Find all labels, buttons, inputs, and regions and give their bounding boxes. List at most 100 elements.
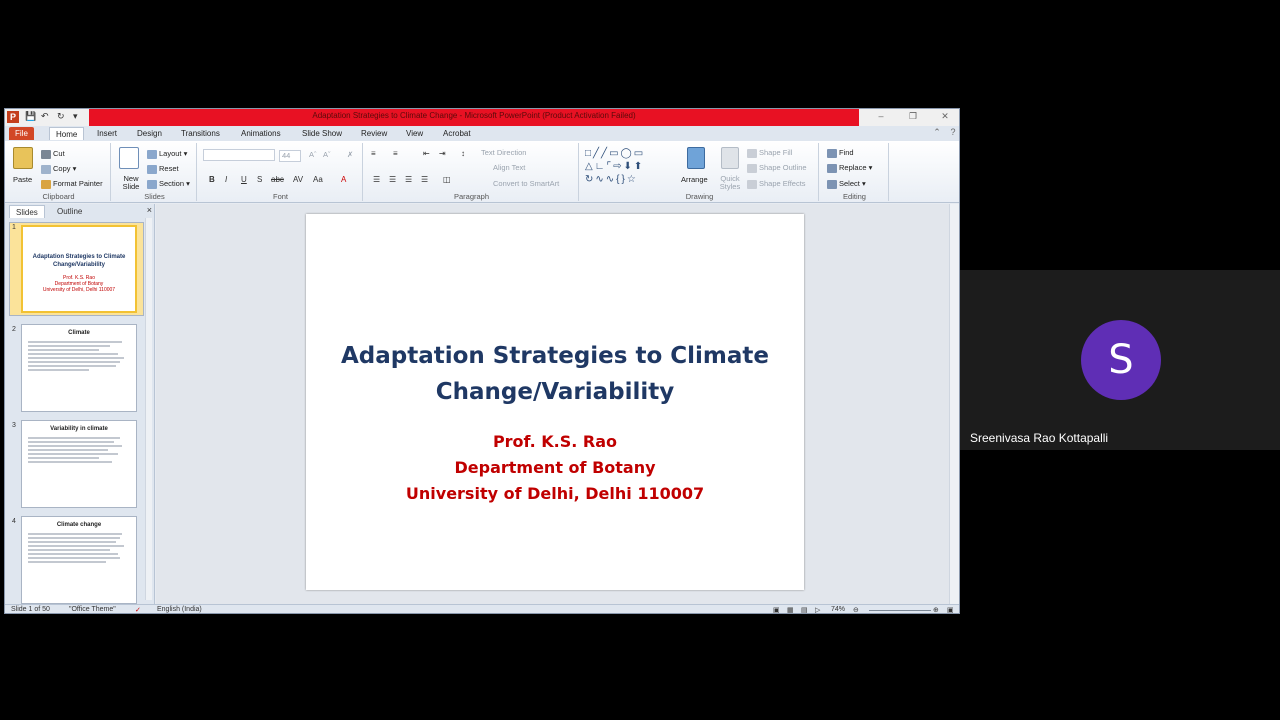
text-direction-button[interactable]: Text Direction	[481, 148, 526, 157]
italic-icon[interactable]: I	[225, 175, 227, 184]
slide-department[interactable]: Department of Botany	[306, 458, 804, 477]
find-button[interactable]: Find	[827, 148, 854, 158]
replace-button[interactable]: Replace ▾	[827, 163, 872, 173]
zoom-out-icon[interactable]: ⊖	[853, 606, 859, 613]
shapes-gallery[interactable]: □╱╱▭◯▭ △∟⌜⇨⬇⬆ ↻∿∿{}☆	[585, 147, 677, 187]
zoom-in-icon[interactable]: ⊕	[933, 606, 939, 613]
increase-indent-icon[interactable]: ⇥	[439, 149, 446, 158]
tab-slides[interactable]: Slides	[9, 205, 45, 218]
clear-formatting-icon[interactable]: ✗	[347, 150, 353, 159]
new-slide-button[interactable]: New Slide	[117, 175, 145, 191]
minimize-icon[interactable]: –	[873, 111, 889, 123]
restore-icon[interactable]: ❐	[905, 111, 921, 123]
underline-icon[interactable]: U	[241, 175, 247, 184]
tab-design[interactable]: Design	[131, 127, 168, 140]
shadow-icon[interactable]: S	[257, 175, 262, 184]
tab-review[interactable]: Review	[355, 127, 393, 140]
font-size-box[interactable]: 44	[279, 150, 301, 162]
decrease-indent-icon[interactable]: ⇤	[423, 149, 430, 158]
align-right-icon[interactable]: ☰	[405, 175, 412, 184]
slide-thumbnail-1[interactable]: 1 Adaptation Strategies to Climate Chang…	[5, 222, 145, 316]
columns-icon[interactable]: ◫	[443, 175, 451, 184]
tab-slide-show[interactable]: Slide Show	[296, 127, 348, 140]
paste-icon[interactable]	[13, 147, 33, 169]
slide-thumbnail-2[interactable]: 2 Climate	[5, 324, 145, 416]
convert-smartart-button[interactable]: Convert to SmartArt	[493, 179, 559, 188]
shape-fill-button[interactable]: Shape Fill	[747, 148, 792, 158]
close-panel-icon[interactable]: ×	[147, 205, 152, 215]
numbering-icon[interactable]: ≡	[393, 149, 398, 158]
thumbnail-title: Climate change	[56, 522, 102, 528]
tab-home[interactable]: Home	[49, 127, 85, 140]
shape-outline-button[interactable]: Shape Outline	[747, 163, 807, 173]
arrange-icon[interactable]	[687, 147, 705, 169]
language-indicator[interactable]: English (India)	[157, 606, 202, 613]
slide-title[interactable]: Adaptation Strategies to Climate Change/…	[306, 338, 804, 410]
thumbnail-body	[28, 341, 130, 371]
reset-button[interactable]: Reset	[147, 164, 179, 174]
tab-transitions[interactable]: Transitions	[175, 127, 226, 140]
align-text-button[interactable]: Align Text	[493, 163, 525, 172]
tab-file[interactable]: File	[9, 127, 34, 140]
change-case-icon[interactable]: Aa	[313, 175, 323, 184]
character-spacing-icon[interactable]: AV	[293, 175, 303, 184]
font-name-box[interactable]	[203, 149, 275, 161]
section-button[interactable]: Section ▾	[147, 179, 190, 189]
arrange-button[interactable]: Arrange	[681, 175, 708, 184]
zoom-slider[interactable]	[869, 610, 931, 611]
slides-panel: Slides Outline × 1 Adaptation Strategies…	[5, 204, 155, 604]
slide-thumbnail-3[interactable]: 3 Variability in climate	[5, 420, 145, 512]
align-center-icon[interactable]: ☰	[389, 175, 396, 184]
strikethrough-icon[interactable]: abc	[271, 175, 284, 184]
help-icon[interactable]: ?	[945, 127, 959, 139]
redo-icon[interactable]: ↻	[57, 111, 65, 123]
participant-tile[interactable]: S Sreenivasa Rao Kottapalli	[960, 270, 1280, 450]
format-painter-button[interactable]: Format Painter	[41, 179, 103, 189]
minimize-ribbon-icon[interactable]: ⌃	[929, 127, 945, 139]
section-label: Section	[159, 179, 185, 188]
cut-button[interactable]: Cut	[41, 149, 65, 159]
select-button[interactable]: Select ▾	[827, 179, 866, 189]
fit-to-window-icon[interactable]: ▣	[947, 606, 954, 613]
tab-outline[interactable]: Outline	[51, 205, 88, 218]
close-icon[interactable]: ✕	[937, 111, 953, 123]
undo-icon[interactable]: ↶	[41, 111, 49, 123]
current-slide[interactable]: Adaptation Strategies to Climate Change/…	[306, 214, 804, 590]
reading-view-icon[interactable]: ▤	[801, 606, 808, 613]
tab-view[interactable]: View	[400, 127, 429, 140]
quick-styles-button[interactable]: Quick Styles	[715, 175, 745, 191]
slide-show-icon[interactable]: ▷	[815, 606, 820, 613]
thumbnail-body	[28, 437, 130, 463]
quick-styles-icon[interactable]	[721, 147, 739, 169]
customize-toolbar-icon[interactable]: ▾	[73, 111, 78, 123]
slide-university[interactable]: University of Delhi, Delhi 110007	[306, 484, 804, 503]
line-spacing-icon[interactable]: ↕	[461, 149, 465, 158]
tab-animations[interactable]: Animations	[235, 127, 287, 140]
normal-view-icon[interactable]: ▣	[773, 606, 780, 613]
font-color-icon[interactable]: A	[341, 175, 346, 184]
canvas-scrollbar[interactable]	[949, 204, 959, 604]
shape-effects-button[interactable]: Shape Effects	[747, 179, 806, 189]
shrink-font-icon[interactable]: Aˇ	[323, 150, 331, 159]
tab-acrobat[interactable]: Acrobat	[437, 127, 477, 140]
new-slide-icon[interactable]	[119, 147, 139, 169]
powerpoint-window: P 💾 ↶ ↻ ▾ Adaptation Strategies to Clima…	[4, 108, 960, 614]
grow-font-icon[interactable]: Aˆ	[309, 150, 317, 159]
spellcheck-icon[interactable]: ✓	[135, 606, 141, 613]
align-left-icon[interactable]: ☰	[373, 175, 380, 184]
slide-author[interactable]: Prof. K.S. Rao	[306, 432, 804, 451]
bullets-icon[interactable]: ≡	[371, 149, 376, 158]
layout-button[interactable]: Layout ▾	[147, 149, 187, 159]
bold-icon[interactable]: B	[209, 175, 215, 184]
save-icon[interactable]: 💾	[25, 111, 36, 123]
paste-button[interactable]: Paste	[13, 175, 32, 184]
panel-scrollbar[interactable]	[145, 218, 152, 600]
slide-sorter-icon[interactable]: ▦	[787, 606, 794, 613]
zoom-level[interactable]: 74%	[831, 606, 845, 613]
cursor-icon	[827, 179, 837, 189]
justify-icon[interactable]: ☰	[421, 175, 428, 184]
theme-name[interactable]: "Office Theme"	[69, 606, 116, 613]
slide-thumbnail-4[interactable]: 4 Climate change	[5, 516, 145, 608]
tab-insert[interactable]: Insert	[91, 127, 123, 140]
copy-button[interactable]: Copy ▾	[41, 164, 76, 174]
